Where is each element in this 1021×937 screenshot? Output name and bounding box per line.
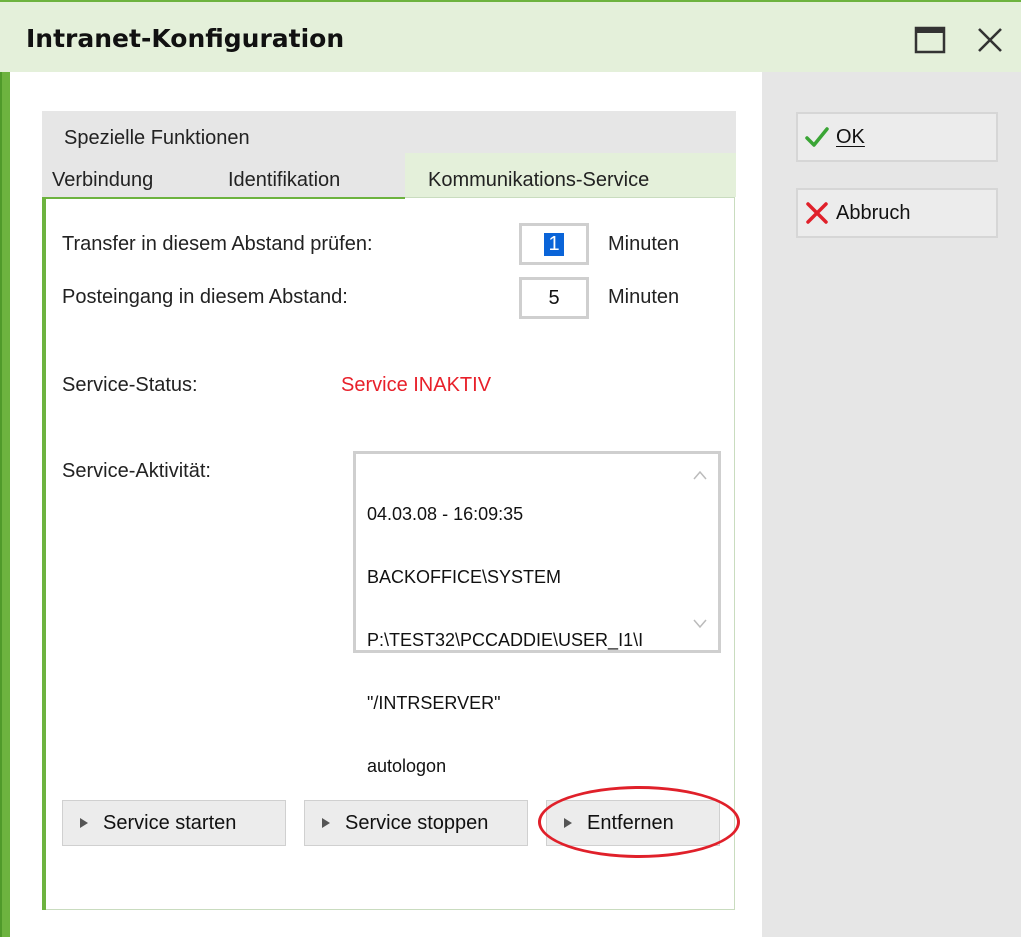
activity-line: P:\TEST32\PCCADDIE\USER_I1\I: [367, 630, 644, 650]
activity-line: BACKOFFICE\SYSTEM: [367, 567, 562, 587]
service-stop-label: Service stoppen: [345, 811, 489, 834]
service-stop-button[interactable]: Service stoppen: [304, 800, 528, 846]
transfer-interval-input[interactable]: 1: [519, 223, 589, 265]
chevron-down-icon: [693, 619, 707, 629]
chevron-up-icon: [693, 470, 707, 480]
maximize-button[interactable]: [910, 20, 950, 60]
status-value: Service INAKTIV: [341, 374, 492, 396]
service-start-label: Service starten: [103, 811, 237, 834]
posteingang-interval-value: 5: [548, 286, 560, 309]
panel-accent-left: [42, 197, 46, 910]
tab-kommunikations-service[interactable]: Kommunikations-Service: [428, 169, 649, 192]
activity-line: "/INTRSERVER": [367, 693, 501, 713]
cancel-label: Abbruch: [836, 201, 911, 224]
activity-log[interactable]: 04.03.08 - 16:09:35 BACKOFFICE\SYSTEM P:…: [353, 451, 721, 776]
panel-accent-top: [42, 197, 405, 199]
activity-line: autologon: [367, 756, 447, 776]
checkmark-icon: [805, 127, 829, 147]
cancel-button[interactable]: Abbruch: [796, 188, 998, 238]
close-icon: [978, 28, 1002, 52]
tab-spezielle-funktionen[interactable]: Spezielle Funktionen: [64, 127, 250, 150]
close-button[interactable]: [970, 20, 1010, 60]
play-arrow-icon: [322, 818, 330, 828]
title-bar: Intranet-Konfiguration: [0, 0, 1021, 72]
activity-label: Service-Aktivität:: [62, 460, 211, 482]
scroll-down-button[interactable]: [690, 616, 710, 636]
transfer-label: Transfer in diesem Abstand prüfen:: [62, 233, 373, 255]
status-label: Service-Status:: [62, 374, 198, 396]
posteingang-unit: Minuten: [608, 286, 680, 308]
activity-line: 04.03.08 - 16:09:35: [367, 504, 524, 524]
scroll-up-button[interactable]: [690, 468, 710, 488]
window-frame-edge: [0, 72, 2, 937]
ok-button[interactable]: OK: [796, 112, 998, 162]
posteingang-label: Posteingang in diesem Abstand:: [62, 286, 348, 308]
play-arrow-icon: [80, 818, 88, 828]
posteingang-interval-input[interactable]: 5: [519, 277, 589, 319]
transfer-unit: Minuten: [608, 233, 680, 255]
ok-label: OK: [836, 125, 865, 148]
cross-icon: [806, 202, 828, 224]
window-title: Intranet-Konfiguration: [26, 24, 345, 53]
dialog-window: Intranet-Konfiguration OK Abbruch Spezie…: [0, 0, 1021, 937]
highlight-ellipse: [538, 786, 740, 858]
maximize-icon: [914, 26, 946, 54]
service-start-button[interactable]: Service starten: [62, 800, 286, 846]
transfer-interval-value: 1: [544, 232, 564, 256]
tab-identifikation[interactable]: Identifikation: [228, 169, 340, 192]
tab-verbindung[interactable]: Verbindung: [52, 169, 153, 192]
